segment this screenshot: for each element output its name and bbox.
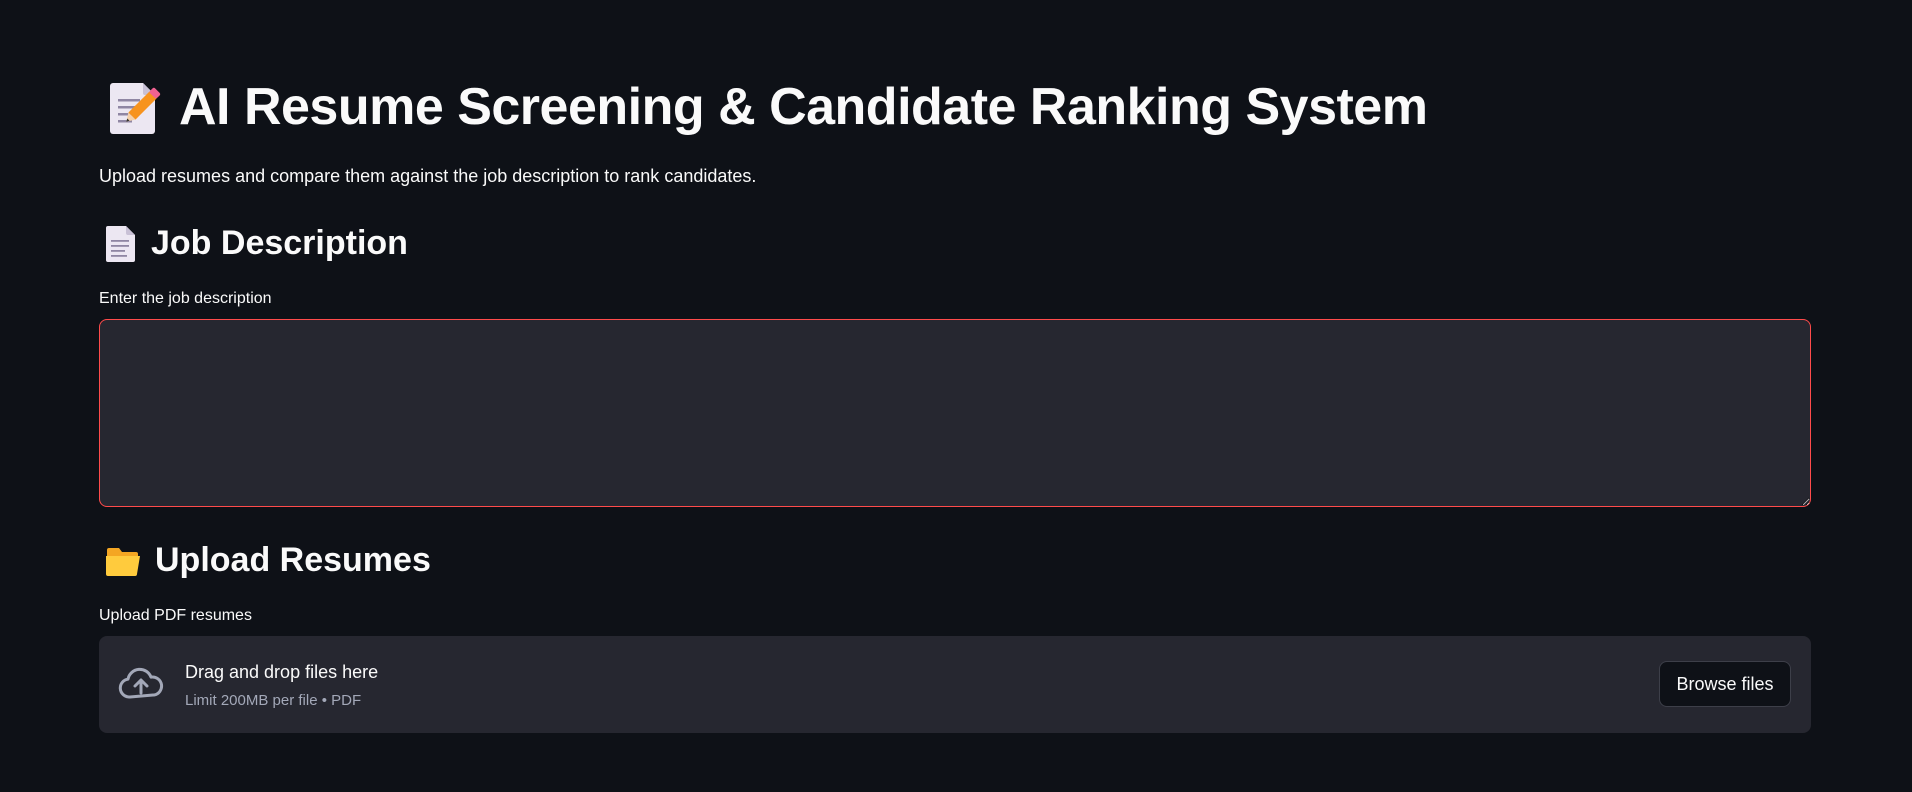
page-subtitle: Upload resumes and compare them against …: [99, 166, 757, 186]
page-title-row: AI Resume Screening & Candidate Ranking …: [109, 77, 1428, 137]
page-title: AI Resume Screening & Candidate Ranking …: [179, 78, 1428, 136]
file-dropzone[interactable]: Drag and drop files here Limit 200MB per…: [99, 636, 1811, 733]
job-description-textarea[interactable]: [99, 319, 1811, 507]
upload-resumes-heading: Upload Resumes: [105, 541, 431, 580]
job-description-field-label: Enter the job description: [99, 290, 272, 307]
folder-icon: [105, 545, 141, 577]
browse-files-button[interactable]: Browse files: [1659, 661, 1791, 707]
cloud-upload-icon: [118, 666, 164, 702]
dropzone-hint: Limit 200MB per file • PDF: [185, 692, 362, 709]
dropzone-title: Drag and drop files here: [185, 662, 379, 682]
job-description-heading-label: Job Description: [151, 224, 408, 262]
page-icon: [105, 225, 137, 263]
upload-field-label: Upload PDF resumes: [99, 607, 252, 624]
memo-pencil-icon: [109, 79, 161, 135]
job-description-heading: Job Description: [105, 224, 408, 263]
upload-resumes-heading-label: Upload Resumes: [155, 541, 431, 579]
